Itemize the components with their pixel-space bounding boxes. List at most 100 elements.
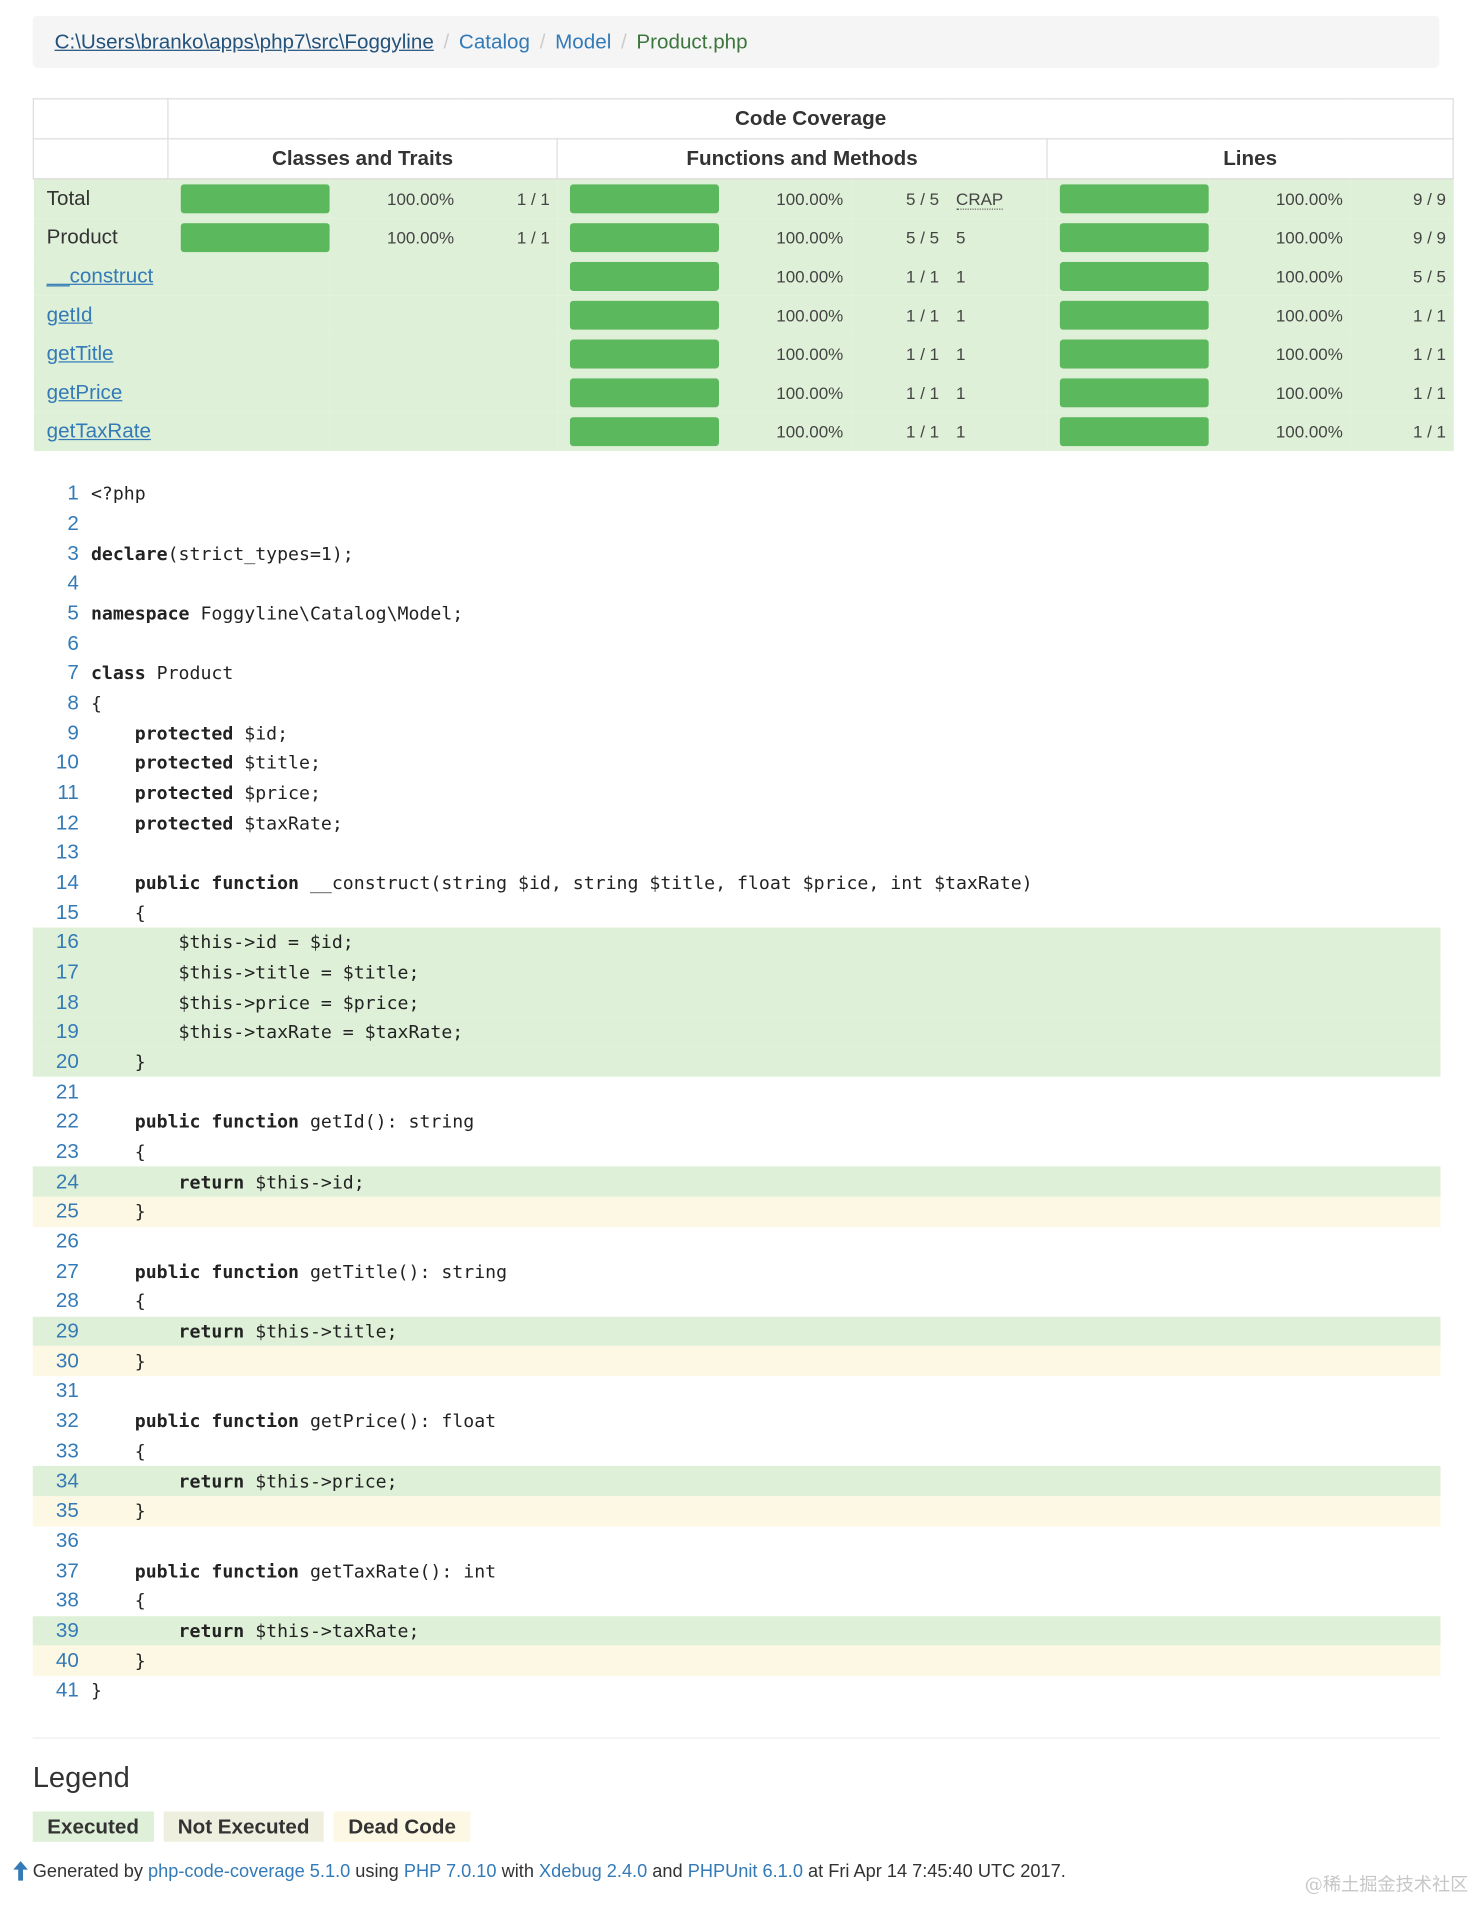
line-number[interactable]: 5	[33, 601, 91, 625]
line-number[interactable]: 39	[33, 1619, 91, 1643]
line-number[interactable]: 25	[33, 1200, 91, 1224]
code-line: 3 declare(strict_types=1);	[33, 539, 1441, 569]
lines-bar-cell	[1046, 373, 1209, 413]
method-link[interactable]: __construct	[47, 264, 154, 287]
line-number[interactable]: 15	[33, 901, 91, 925]
line-number[interactable]: 36	[33, 1529, 91, 1553]
breadcrumb-separator: /	[443, 29, 450, 53]
line-number[interactable]: 7	[33, 661, 91, 685]
breadcrumb-item-root[interactable]: C:\Users\branko\apps\php7\src\Foggyline	[55, 30, 434, 54]
lines-bar-cell	[1046, 295, 1209, 335]
line-number[interactable]: 40	[33, 1648, 91, 1672]
code-text: namespace Foggyline\Catalog\Model;	[90, 602, 464, 625]
header-classes: Classes and Traits	[167, 138, 558, 180]
progress-bar	[569, 378, 719, 408]
line-number[interactable]: 35	[33, 1499, 91, 1523]
line-number[interactable]: 12	[33, 811, 91, 835]
arrow-up-icon[interactable]	[12, 1860, 29, 1882]
line-number[interactable]: 2	[33, 512, 91, 536]
line-number[interactable]: 1	[33, 482, 91, 506]
code-text: protected $id;	[134, 722, 289, 745]
progress-bar	[569, 417, 719, 447]
line-number[interactable]: 17	[33, 960, 91, 984]
method-link[interactable]: getId	[47, 303, 93, 326]
line-number[interactable]: 28	[33, 1289, 91, 1313]
line-number[interactable]: 10	[33, 751, 91, 775]
line-number[interactable]: 21	[33, 1080, 91, 1104]
header-blank	[32, 138, 169, 180]
line-number[interactable]: 19	[33, 1020, 91, 1044]
line-number[interactable]: 18	[33, 990, 91, 1014]
line-number[interactable]: 22	[33, 1110, 91, 1134]
code-line: 5 namespace Foggyline\Catalog\Model;	[33, 599, 1441, 629]
line-number[interactable]: 9	[33, 721, 91, 745]
code-line: 9 protected $id;	[33, 718, 1441, 748]
breadcrumb-item-model[interactable]: Model	[555, 30, 611, 54]
code-text: }	[90, 1200, 146, 1223]
classes-empty	[167, 257, 330, 296]
line-number[interactable]: 27	[33, 1260, 91, 1284]
methods-percent: 100.00%	[718, 412, 851, 452]
row-name: Total	[33, 178, 168, 219]
line-number[interactable]: 23	[33, 1140, 91, 1164]
line-number[interactable]: 24	[33, 1170, 91, 1194]
code-line: 23 {	[33, 1137, 1441, 1167]
line-number[interactable]: 32	[33, 1409, 91, 1433]
line-number[interactable]: 6	[33, 631, 91, 655]
line-number[interactable]: 26	[33, 1230, 91, 1254]
code-text: protected $taxRate;	[134, 812, 343, 834]
code-line: 37 public function getTaxRate(): int	[33, 1556, 1441, 1586]
line-number[interactable]: 38	[33, 1589, 91, 1613]
line-number[interactable]: 14	[33, 871, 91, 895]
code-line: 40 }	[32, 1645, 1441, 1676]
code-line: 14 public function __construct(string $i…	[33, 868, 1441, 898]
line-number[interactable]: 13	[33, 841, 91, 865]
line-number[interactable]: 16	[33, 930, 91, 954]
source-code: 1 <?php 2 3 declare(strict_types=1); 4 5 namesp…	[32, 479, 1441, 1706]
method-link[interactable]: getTaxRate	[47, 420, 151, 443]
breadcrumb-item-catalog[interactable]: Catalog	[459, 30, 530, 54]
code-line: 21	[33, 1077, 1441, 1107]
method-link[interactable]: getPrice	[47, 381, 123, 404]
line-number[interactable]: 37	[33, 1559, 91, 1583]
footer-link-phpunit[interactable]: PHPUnit 6.1.0	[688, 1861, 803, 1882]
footer-link-php-code-coverage[interactable]: php-code-coverage 5.1.0	[148, 1861, 350, 1882]
methods-bar-cell	[557, 373, 719, 413]
line-number[interactable]: 41	[33, 1678, 91, 1702]
breadcrumb: C:\Users\branko\apps\php7\src\Foggyline …	[32, 15, 1440, 68]
progress-bar-fill	[180, 184, 330, 214]
line-number[interactable]: 11	[33, 781, 91, 805]
row-name: getTitle	[33, 334, 168, 374]
methods-count: 5 / 5	[850, 218, 947, 258]
progress-bar	[1059, 378, 1209, 408]
footer-link-php[interactable]: PHP 7.0.10	[404, 1861, 497, 1882]
line-number[interactable]: 33	[33, 1439, 91, 1463]
progress-bar-fill	[1059, 184, 1209, 214]
code-line: 28 {	[33, 1287, 1441, 1317]
line-number[interactable]: 31	[33, 1379, 91, 1403]
line-number[interactable]: 29	[33, 1319, 91, 1343]
footer-link-xdebug[interactable]: Xdebug 2.4.0	[539, 1861, 647, 1882]
lines-count: 1 / 1	[1350, 412, 1454, 452]
row-name: Product	[33, 218, 168, 258]
classes-count: 1 / 1	[461, 218, 558, 258]
line-number[interactable]: 4	[33, 572, 91, 596]
methods-count: 1 / 1	[850, 295, 947, 335]
line-number[interactable]: 34	[33, 1469, 91, 1493]
header-lines: Lines	[1046, 138, 1454, 180]
line-number[interactable]: 8	[33, 691, 91, 715]
progress-bar-fill	[569, 261, 719, 291]
code-text: public function getId(): string	[134, 1111, 475, 1134]
coverage-row: getTitle 100.00% 1 / 1 1 100.00% 1 / 1	[33, 334, 1454, 374]
classes-percent: 100.00%	[329, 218, 462, 258]
code-text: public function getTitle(): string	[134, 1260, 508, 1283]
method-link[interactable]: getTitle	[47, 342, 114, 365]
crap-value: 5	[946, 218, 1047, 258]
lines-count: 1 / 1	[1350, 295, 1454, 335]
classes-empty	[461, 412, 558, 452]
code-line: 2	[33, 509, 1441, 539]
line-number[interactable]: 3	[33, 542, 91, 566]
line-number[interactable]: 20	[33, 1050, 91, 1074]
classes-empty	[167, 334, 330, 374]
line-number[interactable]: 30	[33, 1349, 91, 1373]
